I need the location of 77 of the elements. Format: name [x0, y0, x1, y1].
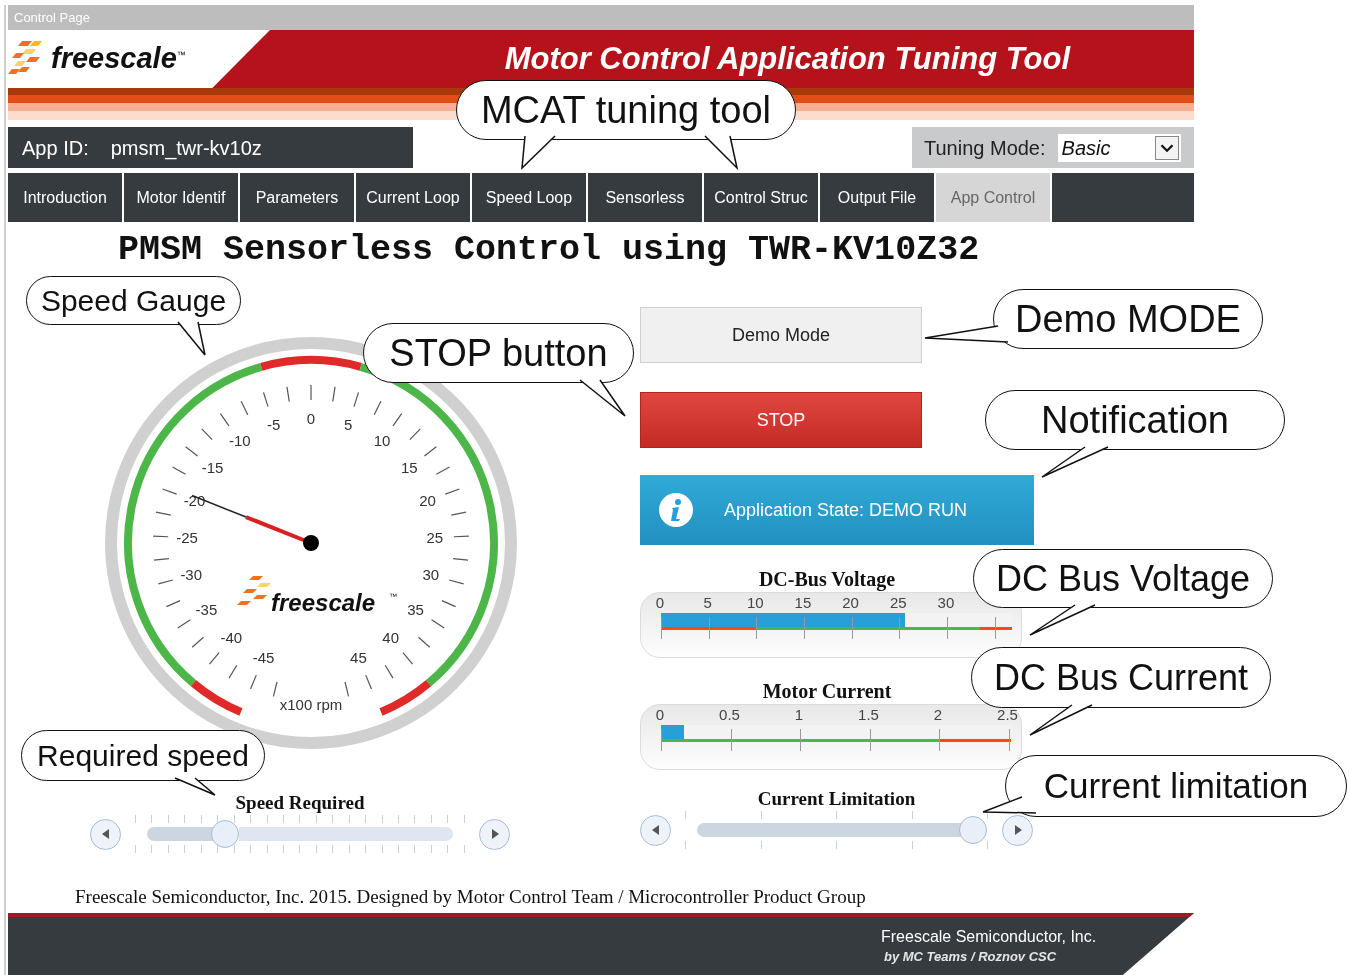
- gauge-label: 0: [306, 410, 316, 427]
- callout-pointer: [982, 796, 1037, 814]
- gauge-label: 45: [350, 648, 367, 666]
- scale-label: 25: [889, 594, 907, 612]
- gauge-label: -45: [252, 648, 275, 666]
- gauge-label: 15: [401, 458, 418, 476]
- gauge-label: 5: [344, 415, 353, 433]
- gauge-label: -25: [176, 528, 198, 546]
- decrease-button[interactable]: [640, 814, 671, 846]
- trademark-text: ™: [176, 49, 186, 63]
- increase-button[interactable]: [1002, 814, 1033, 846]
- window-title: Control Page: [14, 8, 90, 27]
- increase-button[interactable]: [479, 818, 510, 850]
- callout-pointer: [174, 777, 216, 796]
- slider-label: Current Limitation: [757, 787, 916, 811]
- copyright-note: Freescale Semiconductor, Inc. 2015. Designed by Motor Control Team / Microcontroller Product Group: [74, 886, 867, 909]
- gauge-label: -40: [220, 629, 243, 646]
- callout-pointer: [704, 135, 739, 171]
- gauge-logo: freescale ™: [237, 576, 397, 616]
- caret-right-icon: [1013, 825, 1022, 835]
- scale-label: 15: [794, 594, 812, 612]
- gauge-label: 35: [407, 600, 424, 618]
- slider-label: Speed Required: [235, 791, 365, 815]
- chevron-down-icon: [1154, 135, 1179, 160]
- scale-label: 20: [842, 594, 859, 612]
- scale-label: 10: [746, 594, 764, 612]
- callout-pointer: [1029, 704, 1093, 736]
- scale-label: 30: [937, 594, 955, 612]
- demo-mode-button[interactable]: Demo Mode: [640, 307, 922, 363]
- scale-label: 0: [655, 706, 665, 724]
- gauge-label: -10: [229, 432, 251, 450]
- tuning-mode-label: Tuning Mode:: [924, 135, 1046, 161]
- callout-pointer: [177, 321, 206, 356]
- stop-button[interactable]: STOP: [640, 392, 922, 448]
- gauge-label: -35: [195, 600, 218, 618]
- decrease-button[interactable]: [90, 818, 121, 850]
- footer-credit: by MC Teams / Roznov CSC: [884, 948, 1057, 966]
- callout-pointer: [521, 135, 556, 170]
- scale-label: 0: [655, 594, 665, 612]
- brand-logo-text: freescale: [51, 41, 177, 77]
- scale-label: 0.5: [719, 706, 740, 724]
- scale-label: 2: [933, 706, 943, 724]
- scale-label: 1.5: [858, 706, 879, 724]
- caret-left-icon: [101, 829, 110, 839]
- gauge-label: 20: [419, 491, 436, 509]
- notification-text: Application State: DEMO RUN: [724, 498, 968, 522]
- meter-title: Motor Current: [762, 679, 893, 704]
- callout-bubble: Demo MODE: [993, 289, 1263, 349]
- footer-company: Freescale Semiconductor, Inc.: [881, 927, 1097, 947]
- scale-label: 1: [794, 706, 804, 724]
- gauge-label: -5: [267, 415, 281, 433]
- gauge-label: -20: [183, 491, 206, 509]
- app-id-value: pmsm_twr-kv10z: [110, 135, 262, 162]
- slider-thumb[interactable]: [959, 816, 988, 844]
- gauge-label: 30: [422, 566, 440, 584]
- app-title: Motor Control Application Tuning Tool: [504, 39, 1070, 78]
- callout-pointer: [1041, 446, 1109, 478]
- nav-tab[interactable]: App Control: [936, 173, 1052, 222]
- gauge-label: 10: [373, 432, 391, 450]
- gauge-label: -15: [201, 458, 224, 476]
- caret-right-icon: [490, 829, 499, 839]
- slider-thumb[interactable]: [211, 820, 239, 848]
- tuning-mode-select[interactable]: Basic: [1057, 133, 1181, 162]
- gauge-unit: x100 rpm: [279, 696, 343, 713]
- callout-pointer: [579, 379, 626, 417]
- gauge-label: 25: [426, 528, 444, 546]
- gauge-label: -30: [180, 566, 203, 584]
- page-heading: PMSM Sensorless Control using TWR-KV10Z32: [117, 231, 981, 270]
- caret-left-icon: [651, 825, 660, 835]
- slider-fill: [147, 827, 213, 841]
- scale-label: 5: [703, 594, 712, 612]
- gauge-label: 40: [382, 629, 400, 646]
- app-id-label: App ID:: [22, 135, 89, 161]
- callout-pointer: [1029, 604, 1096, 636]
- meter-title: DC-Bus Voltage: [758, 567, 897, 592]
- info-icon: [658, 492, 694, 528]
- scale-label: 2.5: [997, 706, 1018, 724]
